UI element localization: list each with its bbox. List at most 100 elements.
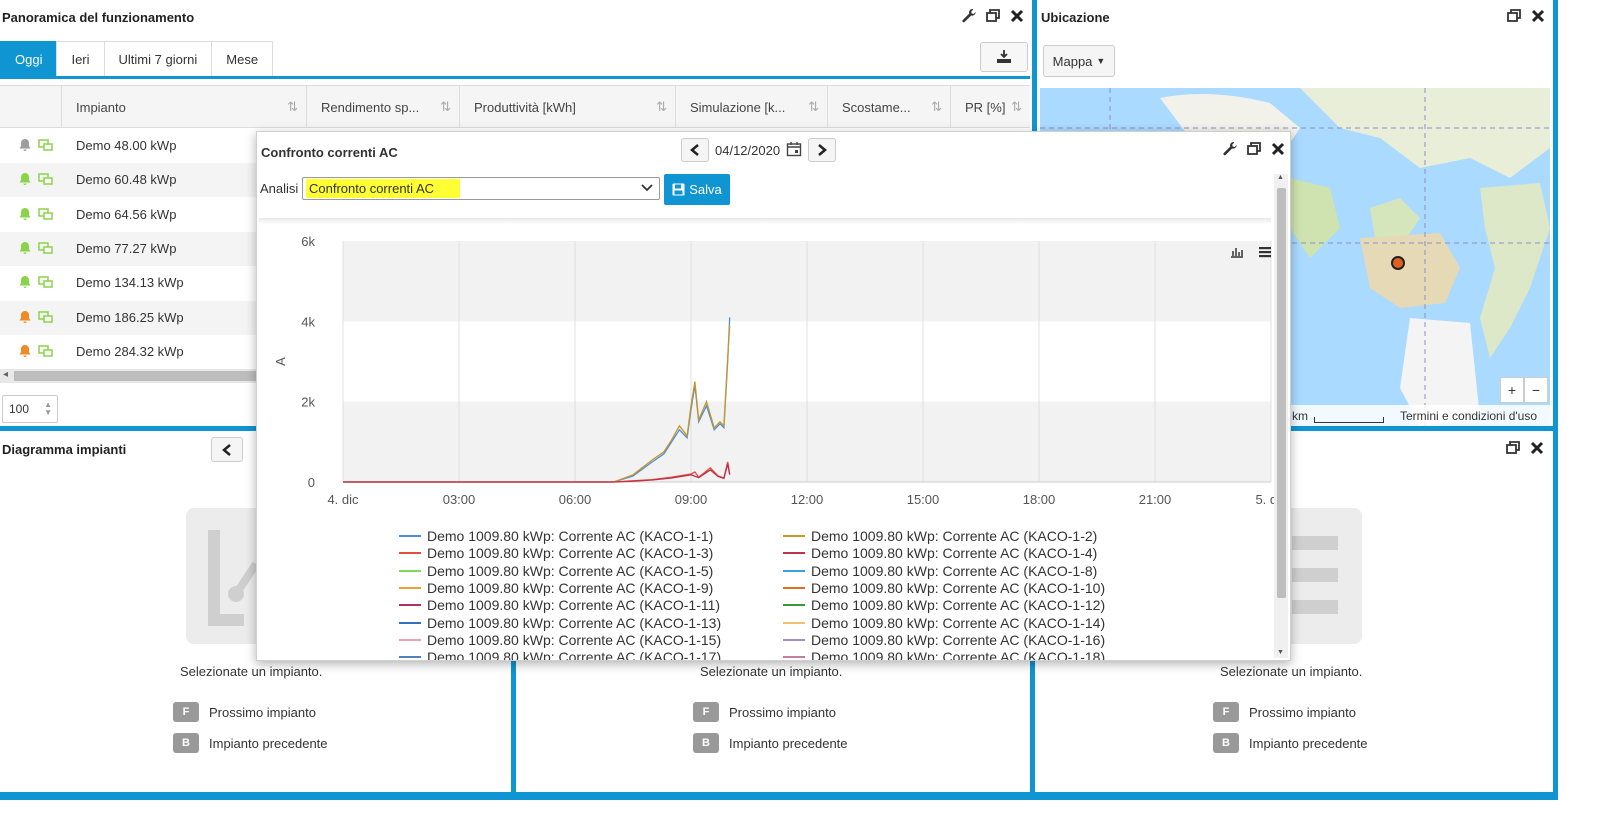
column-simulazione[interactable]: Simulazione [k... ⇅ xyxy=(675,86,827,128)
map-terms-link[interactable]: Termini e condizioni d'uso xyxy=(1400,409,1537,423)
legend-item[interactable]: Demo 1009.80 kWp: Corrente AC (KACO-1-18… xyxy=(783,649,1105,660)
hint-label: Prossimo impianto xyxy=(729,704,836,720)
next-date-button[interactable] xyxy=(808,138,837,162)
legend-item[interactable]: Demo 1009.80 kWp: Corrente AC (KACO-1-3) xyxy=(399,545,713,561)
wrench-icon[interactable] xyxy=(1222,141,1238,157)
calendar-icon[interactable] xyxy=(786,141,802,160)
restore-window-icon[interactable] xyxy=(1246,141,1262,157)
plant-name[interactable]: Demo 186.25 kWp xyxy=(76,310,184,325)
stepper-arrows-icon[interactable]: ▲ ▼ xyxy=(44,401,52,417)
legend-item[interactable]: Demo 1009.80 kWp: Corrente AC (KACO-1-13… xyxy=(399,615,721,631)
legend-item[interactable]: Demo 1009.80 kWp: Corrente AC (KACO-1-17… xyxy=(399,649,721,660)
legend-item[interactable]: Demo 1009.80 kWp: Corrente AC (KACO-1-5) xyxy=(399,563,713,579)
column-scostamento[interactable]: Scostame... ⇅ xyxy=(827,86,950,128)
wrench-icon[interactable] xyxy=(961,8,977,24)
column-impianto[interactable]: Impianto ⇅ xyxy=(61,86,306,128)
dialog-vertical-scrollbar[interactable]: ▲ ▼ xyxy=(1274,174,1288,658)
plant-name[interactable]: Demo 134.13 kWp xyxy=(76,275,184,290)
legend-item[interactable]: Demo 1009.80 kWp: Corrente AC (KACO-1-15… xyxy=(399,632,721,648)
y-tick-label: 4k xyxy=(301,314,315,329)
chevron-down-icon xyxy=(641,184,653,192)
map-type-dropdown[interactable]: Mappa ▼ xyxy=(1043,45,1115,77)
download-icon xyxy=(997,50,1011,63)
chart-menu-icon[interactable] xyxy=(1259,247,1271,258)
close-icon[interactable] xyxy=(1270,141,1286,157)
next-plant-hint[interactable]: F Prossimo impianto xyxy=(173,702,316,722)
table-header: Impianto ⇅ Rendimento sp... ⇅ Produttività… xyxy=(0,85,1030,128)
save-button[interactable]: Salva xyxy=(664,174,730,205)
plant-marker[interactable] xyxy=(1391,256,1405,270)
legend-label: Demo 1009.80 kWp: Corrente AC (KACO-1-5) xyxy=(427,562,714,579)
scroll-down-icon[interactable]: ▼ xyxy=(1277,649,1284,656)
restore-window-icon[interactable] xyxy=(985,8,1001,24)
legend-item[interactable]: Demo 1009.80 kWp: Corrente AC (KACO-1-8) xyxy=(783,563,1097,579)
prev-plant-hint[interactable]: B Impianto precedente xyxy=(693,733,848,753)
column-label: Rendimento sp... xyxy=(321,99,420,115)
plant-name[interactable]: Demo 48.00 kWp xyxy=(76,138,176,153)
legend-label: Demo 1009.80 kWp: Corrente AC (KACO-1-8) xyxy=(811,562,1098,579)
x-tick-label: 15:00 xyxy=(907,492,940,507)
plant-status-icon xyxy=(38,173,53,186)
zoom-out-button[interactable]: − xyxy=(1524,377,1548,403)
tab-mese[interactable]: Mese xyxy=(211,41,274,76)
legend-item[interactable]: Demo 1009.80 kWp: Corrente AC (KACO-1-10… xyxy=(783,580,1105,596)
zoom-in-button[interactable]: + xyxy=(1500,377,1524,403)
legend-item[interactable]: Demo 1009.80 kWp: Corrente AC (KACO-1-2) xyxy=(783,528,1097,544)
scrollbar-thumb[interactable] xyxy=(1277,188,1286,598)
page-size-stepper[interactable]: 100 ▲ ▼ xyxy=(2,395,58,423)
legend-item[interactable]: Demo 1009.80 kWp: Corrente AC (KACO-1-11… xyxy=(399,597,720,613)
legend-swatch xyxy=(783,656,805,659)
scroll-left-icon[interactable]: ◂ xyxy=(3,369,8,380)
next-plant-hint[interactable]: F Prossimo impianto xyxy=(1213,702,1356,722)
scroll-up-icon[interactable]: ▲ xyxy=(1277,174,1284,181)
bell-icon xyxy=(19,344,31,357)
row-status-icons xyxy=(18,241,54,255)
plant-name[interactable]: Demo 77.27 kWp xyxy=(76,241,176,256)
close-icon[interactable] xyxy=(1529,440,1545,456)
restore-window-icon[interactable] xyxy=(1506,8,1522,24)
scrollbar-thumb[interactable] xyxy=(14,371,258,381)
legend-swatch xyxy=(399,586,421,589)
hint-label: Impianto precedente xyxy=(1249,735,1368,751)
chevron-left-icon xyxy=(222,443,231,456)
x-tick-label: 09:00 xyxy=(675,492,708,507)
column-produttivita[interactable]: Produttività [kWh] ⇅ xyxy=(459,86,675,128)
export-button[interactable] xyxy=(980,42,1028,72)
plant-name[interactable]: Demo 60.48 kWp xyxy=(76,172,176,187)
analysis-selected-value: Confronto correnti AC xyxy=(306,179,460,198)
empty-state-message: Selezionate un impianto. xyxy=(1220,664,1363,679)
tab-ieri[interactable]: Ieri xyxy=(56,41,105,76)
legend-item[interactable]: Demo 1009.80 kWp: Corrente AC (KACO-1-4) xyxy=(783,545,1097,561)
horizontal-scrollbar[interactable]: ◂ xyxy=(0,369,260,383)
close-icon[interactable] xyxy=(1009,8,1025,24)
legend-item[interactable]: Demo 1009.80 kWp: Corrente AC (KACO-1-16… xyxy=(783,632,1105,648)
tabs-underline xyxy=(0,76,1030,79)
collapse-button[interactable] xyxy=(211,437,243,462)
column-rendimento[interactable]: Rendimento sp... ⇅ xyxy=(306,86,459,128)
legend-label: Demo 1009.80 kWp: Corrente AC (KACO-1-1) xyxy=(427,528,714,544)
overview-tools xyxy=(961,8,1025,24)
x-tick-label: 18:00 xyxy=(1023,492,1056,507)
column-pr[interactable]: PR [%] ⇅ xyxy=(950,86,1030,128)
date-value[interactable]: 04/12/2020 xyxy=(715,143,780,158)
prev-date-button[interactable] xyxy=(681,138,709,162)
hint-label: Impianto precedente xyxy=(209,735,328,751)
next-plant-hint[interactable]: F Prossimo impianto xyxy=(693,702,836,722)
legend-item[interactable]: Demo 1009.80 kWp: Corrente AC (KACO-1-14… xyxy=(783,615,1105,631)
legend-item[interactable]: Demo 1009.80 kWp: Corrente AC (KACO-1-12… xyxy=(783,597,1105,613)
tab-ultimi-7-giorni[interactable]: Ultimi 7 giorni xyxy=(103,41,213,76)
x-tick-label: 06:00 xyxy=(559,492,592,507)
prev-plant-hint[interactable]: B Impianto precedente xyxy=(173,733,328,753)
close-icon[interactable] xyxy=(1530,8,1546,24)
legend-item[interactable]: Demo 1009.80 kWp: Corrente AC (KACO-1-9) xyxy=(399,580,713,596)
tab-oggi[interactable]: Oggi xyxy=(0,41,58,76)
restore-window-icon[interactable] xyxy=(1505,440,1521,456)
hint-label: Impianto precedente xyxy=(729,735,848,751)
legend-item[interactable]: Demo 1009.80 kWp: Corrente AC (KACO-1-1) xyxy=(399,528,713,544)
plant-name[interactable]: Demo 64.56 kWp xyxy=(76,207,176,222)
analysis-select[interactable]: Confronto correnti AC xyxy=(302,177,660,200)
sort-icon: ⇅ xyxy=(1011,99,1022,114)
prev-plant-hint[interactable]: B Impianto precedente xyxy=(1213,733,1368,753)
plant-name[interactable]: Demo 284.32 kWp xyxy=(76,344,184,359)
ac-current-chart: 4. dic 03:00 06:00 09:00 12:00 15:00 18:00 21:0… xyxy=(273,234,1274,507)
